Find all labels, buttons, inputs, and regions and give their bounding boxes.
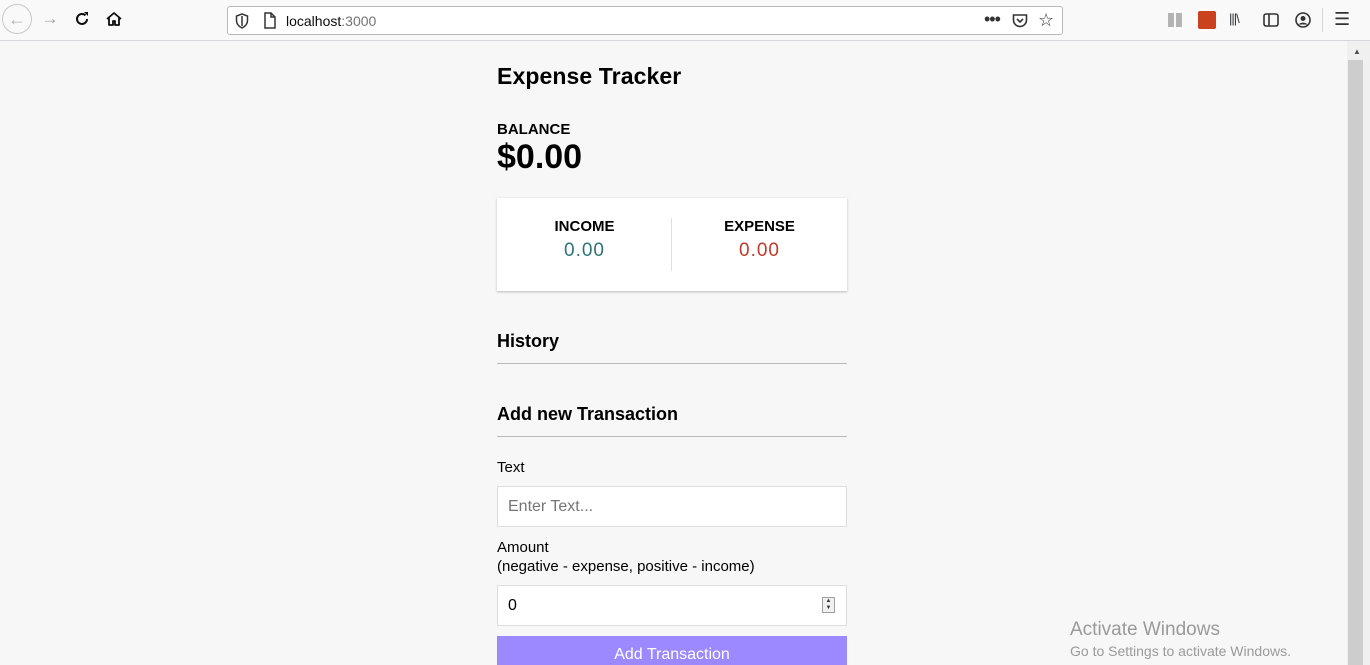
url-host: localhost	[286, 13, 342, 29]
hamburger-menu-icon[interactable]: ☰	[1334, 9, 1352, 29]
address-bar[interactable]: localhost:3000 ••• ☆	[227, 6, 1063, 35]
bookmark-star-icon[interactable]: ☆	[1038, 10, 1054, 31]
expense-panel: EXPENSE 0.00	[672, 218, 847, 262]
income-value: 0.00	[564, 240, 605, 261]
page-actions-icon[interactable]: •••	[984, 9, 1001, 30]
sidebar-icon[interactable]	[1262, 11, 1280, 29]
expense-value: 0.00	[739, 240, 780, 261]
scroll-up-arrow-icon[interactable]: ▲	[1353, 47, 1361, 56]
page-icon[interactable]	[263, 12, 277, 29]
add-transaction-title: Add new Transaction	[497, 404, 679, 424]
home-icon[interactable]	[99, 4, 129, 34]
text-input[interactable]	[497, 486, 847, 527]
activate-windows-watermark: Activate Windows Go to Settings to activ…	[1070, 619, 1291, 659]
amount-hint: (negative - expense, positive - income)	[497, 558, 755, 575]
income-label: INCOME	[554, 218, 615, 235]
history-divider	[497, 363, 847, 364]
stepper-down-icon[interactable]: ▼	[823, 605, 834, 612]
scroll-thumb[interactable]	[1348, 60, 1363, 665]
browser-toolbar: ← → localhost:3000 ••• ☆ |||\ ☰	[0, 0, 1370, 41]
history-title: History	[497, 331, 560, 351]
library-icon[interactable]: |||\	[1229, 11, 1247, 29]
income-expense-card: INCOME 0.00 EXPENSE 0.00	[497, 198, 847, 291]
toolbar-divider	[1322, 8, 1323, 32]
balance-value: $0.00	[497, 138, 583, 176]
url-port: :3000	[341, 13, 377, 29]
reading-list-icon[interactable]	[1166, 11, 1184, 29]
extension-icon[interactable]	[1198, 11, 1216, 29]
text-label: Text	[497, 459, 525, 476]
form-divider	[497, 436, 847, 437]
amount-input[interactable]	[497, 585, 847, 626]
account-icon[interactable]	[1294, 11, 1312, 29]
watermark-title: Activate Windows	[1070, 619, 1220, 640]
stepper-up-icon[interactable]: ▲	[823, 598, 834, 605]
app-title: Expense Tracker	[497, 63, 682, 89]
amount-label: Amount	[497, 539, 549, 556]
add-transaction-button[interactable]: Add Transaction	[497, 636, 847, 665]
reload-icon[interactable]	[67, 4, 97, 34]
watermark-subtitle: Go to Settings to activate Windows.	[1070, 643, 1291, 659]
page-scrollbar[interactable]: ▲	[1347, 41, 1370, 665]
back-arrow-icon[interactable]: ←	[2, 4, 32, 34]
expense-label: EXPENSE	[724, 218, 795, 235]
amount-field-wrapper: ▲ ▼	[497, 585, 847, 626]
url-text[interactable]: localhost:3000	[286, 13, 376, 29]
pocket-icon[interactable]	[1012, 13, 1028, 29]
forward-arrow-icon[interactable]: →	[35, 4, 65, 34]
amount-stepper[interactable]: ▲ ▼	[822, 597, 835, 613]
shield-icon[interactable]	[235, 13, 249, 29]
balance-label: BALANCE	[497, 121, 571, 138]
income-panel: INCOME 0.00	[497, 218, 672, 262]
